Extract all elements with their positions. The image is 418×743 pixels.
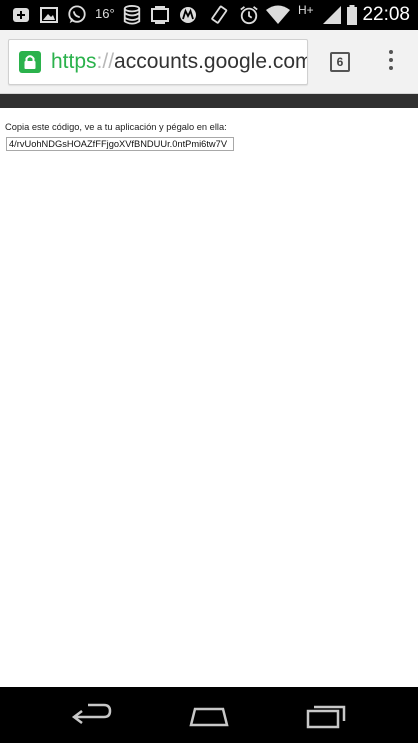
url-scheme: https [51,50,97,73]
recent-apps-icon[interactable] [304,701,352,731]
auth-code-field[interactable]: 4/rvUohNDGsHOAZfFFjgoXVfBNDUUr.0ntPmi6tw… [6,137,234,151]
browser-toolbar: https://accounts.google.com 6 [0,30,418,94]
toolbar-shadow-bar [0,94,418,108]
url-separator: :// [96,50,115,73]
image-icon [40,7,58,23]
signal-icon [323,6,341,24]
navigation-bar [0,687,418,743]
motorola-icon [180,7,196,23]
home-icon[interactable] [185,701,233,731]
back-icon[interactable] [68,701,116,731]
url-text[interactable]: https://accounts.google.com [51,50,308,74]
lock-icon[interactable] [19,51,41,73]
database-icon [123,5,141,25]
overflow-menu-icon[interactable] [384,50,398,74]
address-bar[interactable]: https://accounts.google.com [8,39,308,85]
whatsapp-icon [68,5,86,24]
alarm-icon [240,6,258,25]
rotate-icon [211,5,228,24]
clock: 22:08 [362,4,410,25]
network-type-label: H+ [298,3,314,17]
add-notification-icon [13,8,29,22]
wifi-icon [266,5,290,24]
tab-switcher-button[interactable]: 6 [330,52,350,72]
page-content: Copia este código, ve a tu aplicación y … [5,122,234,151]
screen-icon [151,6,169,24]
status-bar: 16° H+ 22:08 [0,0,418,30]
instruction-text: Copia este código, ve a tu aplicación y … [5,122,227,132]
temperature-label: 16° [95,6,115,21]
battery-icon [347,5,357,25]
url-host: accounts.google.com [114,50,308,73]
